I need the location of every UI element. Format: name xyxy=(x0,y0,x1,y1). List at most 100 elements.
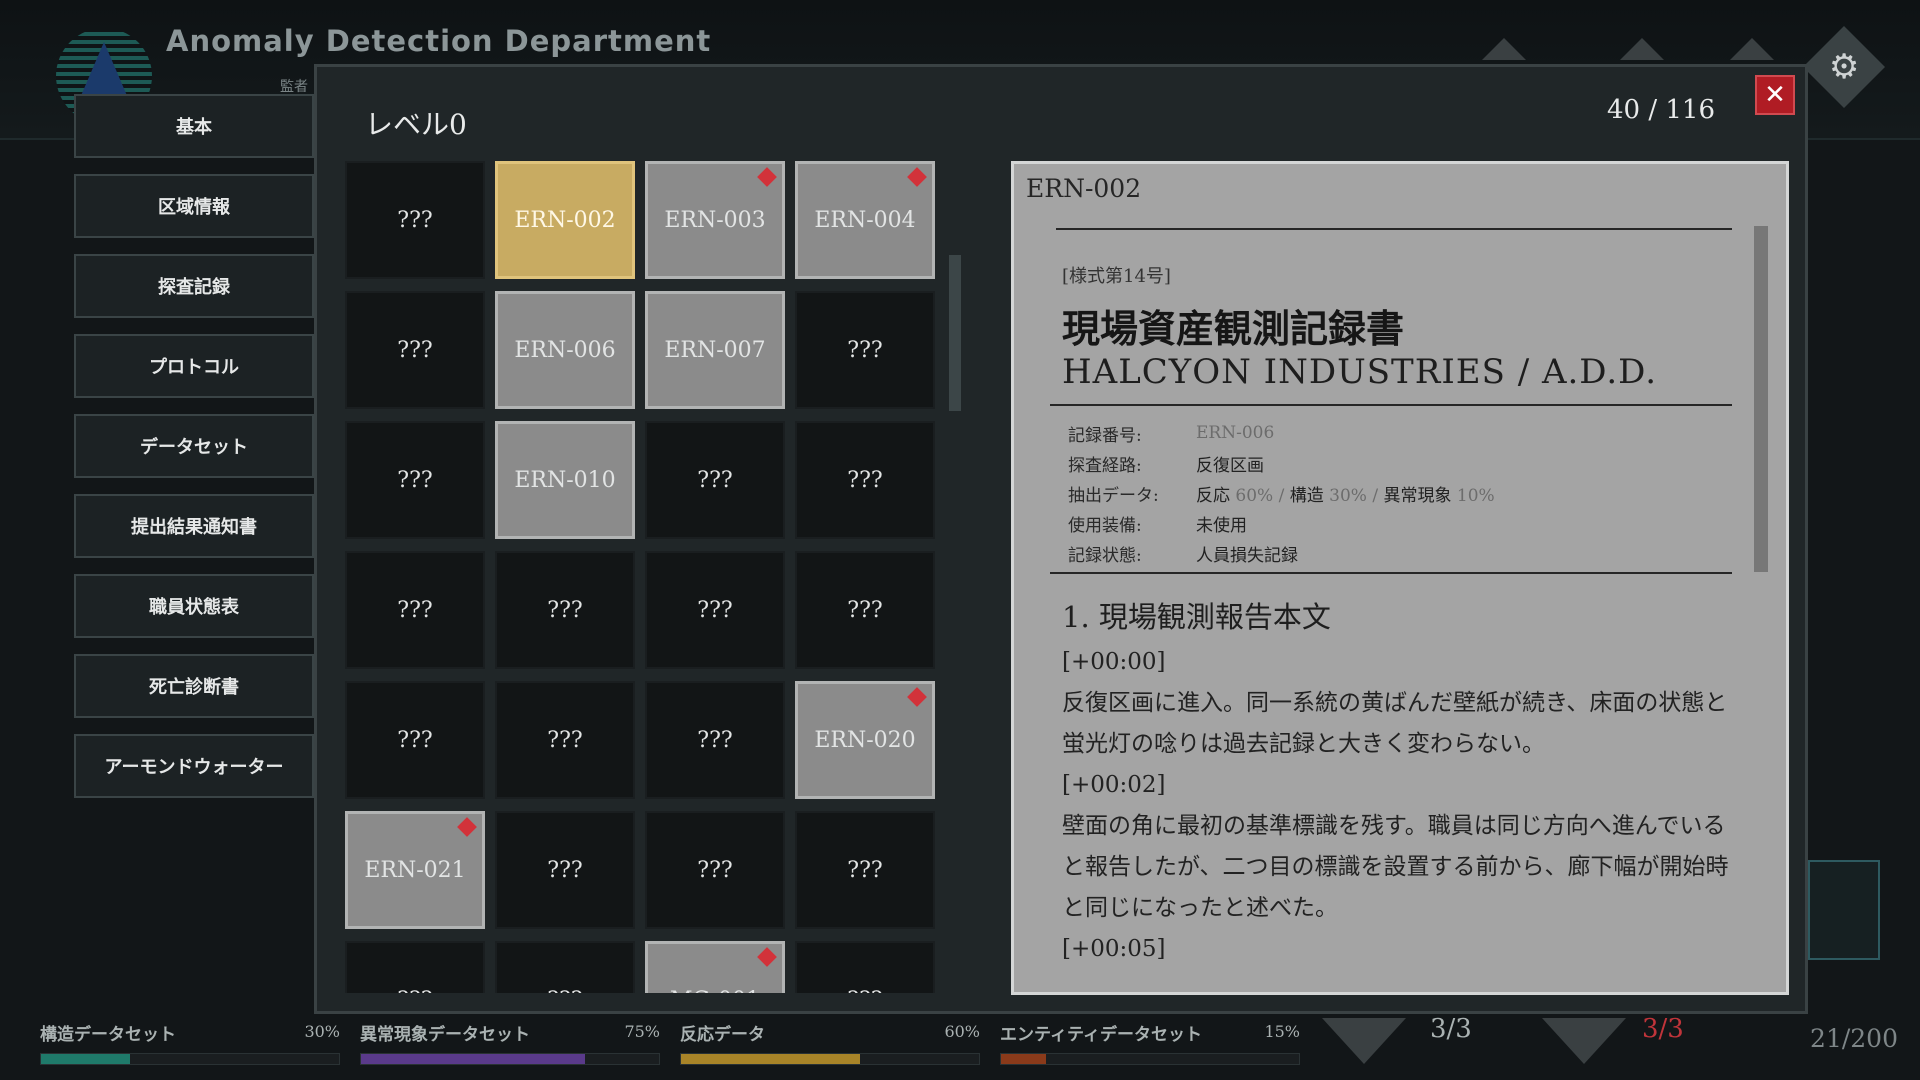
record-cell[interactable]: ??? xyxy=(345,291,485,409)
record-cell-label: ??? xyxy=(547,988,582,994)
dataset-percent: 75% xyxy=(624,1022,660,1041)
record-cell-label: ??? xyxy=(697,727,733,753)
divider xyxy=(1056,228,1732,230)
record-cell-label: ??? xyxy=(847,467,883,493)
record-cell-label: ??? xyxy=(547,727,583,753)
record-cell-label: ERN-002 xyxy=(514,207,616,233)
document-id: ERN-002 xyxy=(1026,174,1142,203)
meta-row-equipment: 使用装備: 未使用 xyxy=(1068,515,1247,536)
count-left: 3/3 xyxy=(1430,1014,1472,1044)
record-cell[interactable]: ??? xyxy=(345,421,485,539)
section-title: 1. 現場観測報告本文 xyxy=(1062,600,1331,634)
record-cell[interactable]: ??? xyxy=(345,551,485,669)
alert-diamond-icon xyxy=(757,947,777,967)
record-cell-label: ERN-020 xyxy=(814,727,916,753)
sidebar-item[interactable]: データセット xyxy=(74,414,314,478)
chevron-down-icon[interactable] xyxy=(1542,1018,1626,1064)
body-paragraph: 壁面の角に最初の基準標識を残す。職員は同じ方向へ進んでいると報告したが、二つ目の… xyxy=(1062,813,1729,921)
document-meta: 記録番号: ERN-006 探査経路: 反復区画 抽出データ: 反応 60% /… xyxy=(1068,418,1495,568)
record-cell[interactable]: ERN-002 xyxy=(495,161,635,279)
record-cell[interactable]: ??? xyxy=(495,941,635,993)
record-cell[interactable]: ??? xyxy=(645,421,785,539)
document-company: HALCYON INDUSTRIES / A.D.D. xyxy=(1062,352,1658,392)
side-panel-card[interactable] xyxy=(1808,860,1880,960)
close-button[interactable]: ✕ xyxy=(1755,75,1795,115)
alert-diamond-icon xyxy=(907,687,927,707)
form-number: [様式第14号] xyxy=(1062,266,1171,287)
record-cell-label: ??? xyxy=(847,337,883,363)
sidebar-item[interactable]: 基本 xyxy=(74,94,314,158)
dataset-progress-bar xyxy=(1000,1053,1300,1065)
record-cell[interactable]: ERN-020 xyxy=(795,681,935,799)
record-cell-label: ??? xyxy=(547,597,583,623)
alert-diamond-icon xyxy=(757,167,777,187)
record-document: ERN-002 [様式第14号] 現場資産観測記録書 HALCYON INDUS… xyxy=(1011,161,1789,995)
meta-row-route: 探査経路: 反復区画 xyxy=(1068,455,1264,476)
chevron-down-icon[interactable] xyxy=(1322,1018,1406,1064)
record-cell-label: ERN-003 xyxy=(664,207,766,233)
record-cell[interactable]: ??? xyxy=(645,551,785,669)
dataset-progress-bar xyxy=(360,1053,660,1065)
record-cell[interactable]: MG-001 xyxy=(645,941,785,993)
grid-scrollbar[interactable] xyxy=(949,255,961,411)
nav-arrow-up-icon[interactable] xyxy=(1620,38,1664,60)
record-cell[interactable]: ??? xyxy=(645,811,785,929)
dataset-stat: 反応データ 60% xyxy=(680,1020,980,1065)
dataset-label: エンティティデータセット xyxy=(1000,1025,1202,1045)
record-cell[interactable]: ??? xyxy=(795,941,935,993)
dataset-label: 構造データセット xyxy=(40,1025,176,1045)
divider xyxy=(1050,572,1732,574)
record-cell[interactable]: ??? xyxy=(495,811,635,929)
dataset-label: 異常現象データセット xyxy=(360,1025,530,1045)
sidebar-item[interactable]: 死亡診断書 xyxy=(74,654,314,718)
record-grid: ??? ERN-002 ERN-003 ERN-004??? ERN-006 ERN-00… xyxy=(345,161,945,993)
record-cell[interactable]: ??? xyxy=(345,941,485,993)
sidebar-item[interactable]: 職員状態表 xyxy=(74,574,314,638)
divider xyxy=(1050,404,1732,406)
dataset-progress-fill xyxy=(681,1054,860,1064)
record-cell[interactable]: ERN-006 xyxy=(495,291,635,409)
record-cell[interactable]: ??? xyxy=(795,291,935,409)
record-cell[interactable]: ??? xyxy=(495,681,635,799)
alert-diamond-icon xyxy=(907,167,927,187)
dataset-label: 反応データ xyxy=(680,1025,765,1045)
record-cell[interactable]: ??? xyxy=(795,551,935,669)
record-cell-label: MG-001 xyxy=(670,988,760,994)
record-cell[interactable]: ERN-007 xyxy=(645,291,785,409)
dataset-progress-fill xyxy=(361,1054,585,1064)
dataset-stat: 構造データセット 30% xyxy=(40,1020,340,1065)
total-count: 21/200 xyxy=(1810,1024,1898,1053)
record-cell-label: ERN-004 xyxy=(814,207,916,233)
sidebar-item[interactable]: アーモンドウォーター xyxy=(74,734,314,798)
app-subtitle: 監者 xyxy=(280,79,308,95)
record-cell[interactable]: ??? xyxy=(345,681,485,799)
record-cell[interactable]: ERN-004 xyxy=(795,161,935,279)
sidebar-menu: 基本区域情報探査記録プロトコルデータセット 提出結果通知書 職員状態表死亡診断書アー… xyxy=(74,94,314,814)
record-cell[interactable]: ??? xyxy=(345,161,485,279)
record-cell[interactable]: ??? xyxy=(795,811,935,929)
app-title: Anomaly Detection Department xyxy=(166,24,712,58)
sidebar-item[interactable]: 区域情報 xyxy=(74,174,314,238)
record-cell[interactable]: ERN-003 xyxy=(645,161,785,279)
dataset-stat: 異常現象データセット 75% xyxy=(360,1020,660,1065)
body-paragraph: 反復区画に進入。同一系統の黄ばんだ壁紙が続き、床面の状態と蛍光灯の唸りは過去記録… xyxy=(1062,690,1728,757)
document-scrollbar[interactable] xyxy=(1754,226,1768,572)
record-cell[interactable]: ??? xyxy=(645,681,785,799)
record-cell[interactable]: ERN-021 xyxy=(345,811,485,929)
sidebar-item[interactable]: 提出結果通知書 xyxy=(74,494,314,558)
document-title: 現場資産観測記録書 xyxy=(1062,306,1405,351)
nav-arrow-up-icon[interactable] xyxy=(1482,38,1526,60)
record-cell-label: ??? xyxy=(397,597,433,623)
record-cell-label: ERN-006 xyxy=(514,337,616,363)
record-cell[interactable]: ??? xyxy=(495,551,635,669)
dataset-progress-bar xyxy=(680,1053,980,1065)
count-right: 3/3 xyxy=(1642,1014,1684,1044)
sidebar-item[interactable]: プロトコル xyxy=(74,334,314,398)
record-cell-label: ERN-010 xyxy=(514,467,616,493)
body-paragraph: [+00:00] xyxy=(1062,649,1166,675)
sidebar-item[interactable]: 探査記録 xyxy=(74,254,314,318)
record-cell[interactable]: ERN-010 xyxy=(495,421,635,539)
document-body: [+00:00] 反復区画に進入。同一系統の黄ばんだ壁紙が続き、床面の状態と蛍光灯… xyxy=(1062,642,1732,970)
nav-arrow-up-icon[interactable] xyxy=(1730,38,1774,60)
record-cell[interactable]: ??? xyxy=(795,421,935,539)
